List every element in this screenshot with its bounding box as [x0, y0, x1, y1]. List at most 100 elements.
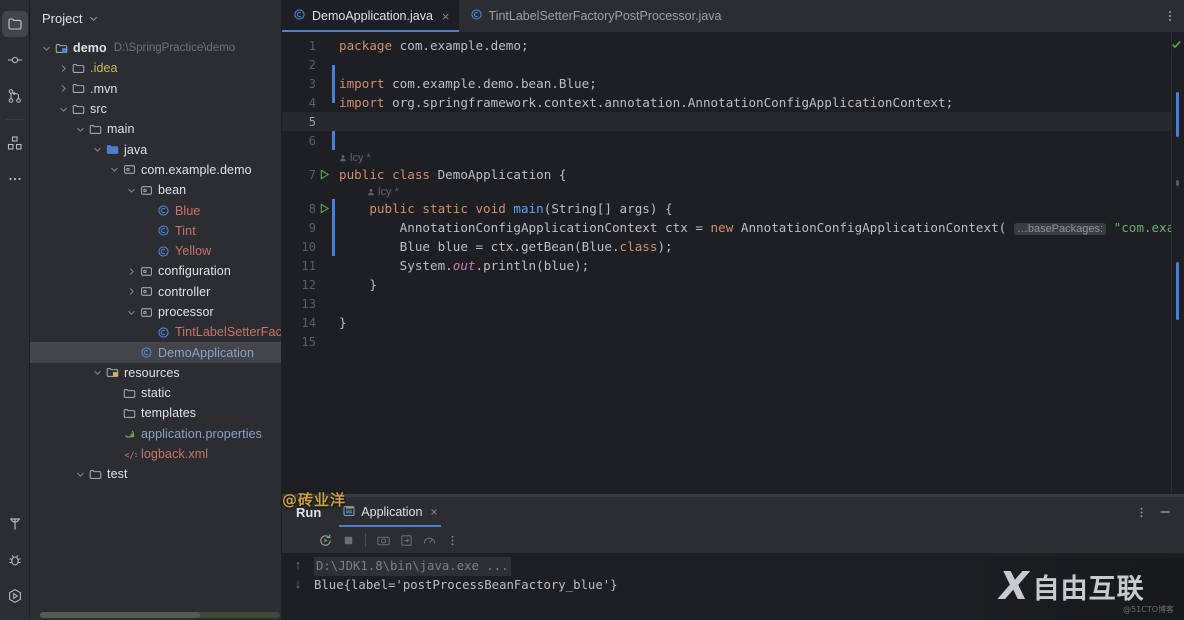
vcs-marker-stripe[interactable] [1176, 92, 1179, 137]
prev-occurrence-button[interactable]: ↑ [295, 557, 302, 572]
package-icon [138, 265, 155, 278]
code-line: 12 } [282, 275, 1184, 294]
project-tool-button[interactable] [1, 11, 28, 37]
code-line: 10 Blue blue = ctx.getBean(Blue.class); [282, 237, 1184, 256]
tree-expand-arrow[interactable] [125, 267, 138, 276]
line-number: 10 [301, 239, 316, 254]
tree-expand-arrow[interactable] [40, 44, 53, 53]
next-occurrence-button[interactable]: ↓ [295, 576, 302, 591]
commit-tool-button[interactable] [2, 47, 28, 73]
class-icon [155, 326, 172, 339]
more-options-button[interactable] [441, 529, 463, 551]
tree-node-label: src [90, 102, 107, 117]
tree-node-resources[interactable]: resources [30, 363, 281, 383]
tree-expand-arrow[interactable] [57, 64, 70, 73]
tree-node-blue[interactable]: Blue [30, 200, 281, 220]
tree-expand-arrow[interactable] [125, 308, 138, 317]
tree-node-bean[interactable]: bean [30, 180, 281, 200]
rail-bottom-group [2, 506, 28, 620]
tree-node-tint[interactable]: Tint [30, 221, 281, 241]
console-output[interactable]: D:\JDK1.8\bin\java.exe ... Blue{label='p… [314, 553, 1184, 620]
source-folder-icon [104, 143, 121, 156]
tree-node-static[interactable]: static [30, 383, 281, 403]
tree-node-main[interactable]: main [30, 119, 281, 139]
tree-node--mvn[interactable]: .mvn [30, 79, 281, 99]
editor-tab-close-icon[interactable]: × [442, 10, 450, 23]
import-path: org.springframework.context.annotation.A… [384, 95, 954, 110]
line-gutter: 5 [282, 112, 336, 131]
inspection-ok-icon[interactable] [1171, 38, 1182, 53]
tree-node-controller[interactable]: controller [30, 282, 281, 302]
line-number: 1 [308, 38, 316, 53]
tree-node-test[interactable]: test [30, 464, 281, 484]
build-tool-button[interactable] [2, 511, 28, 537]
run-panel-options-button[interactable] [1130, 501, 1152, 523]
tree-node-demoapplication[interactable]: DemoApplication [30, 342, 281, 363]
tree-node-yellow[interactable]: Yellow [30, 241, 281, 261]
folder-icon [121, 387, 138, 400]
tree-node--idea[interactable]: .idea [30, 58, 281, 78]
tree-expand-arrow[interactable] [91, 368, 104, 377]
line-gutter: 6 [282, 131, 336, 150]
tree-node-com-example-demo[interactable]: com.example.demo [30, 160, 281, 180]
editor-tab-2[interactable]: TintLabelSetterFactoryPostProcessor.java [459, 0, 731, 32]
export-button[interactable] [395, 529, 417, 551]
screenshot-button[interactable] [372, 529, 394, 551]
code-vision-method[interactable]: lcy * [282, 184, 1184, 199]
line-gutter: 9 [282, 218, 336, 237]
tree-expand-arrow[interactable] [57, 105, 70, 114]
run-panel-minimize-button[interactable] [1154, 501, 1176, 523]
resource-folder-icon [104, 366, 121, 379]
tree-expand-arrow[interactable] [91, 145, 104, 154]
tree-expand-arrow[interactable] [74, 125, 87, 134]
rerun-button[interactable] [314, 529, 336, 551]
chevron-down-icon[interactable] [89, 11, 98, 26]
tree-node-application-properties[interactable]: application.properties [30, 424, 281, 444]
run-class-gutter-icon[interactable] [316, 169, 332, 180]
code-editor[interactable]: 1 package com.example.demo; 2 3 import c… [282, 32, 1184, 494]
profiler-button[interactable] [418, 529, 440, 551]
editor-tab-1[interactable]: DemoApplication.java × [282, 0, 459, 32]
tree-node-label: static [141, 386, 171, 401]
tree-node-configuration[interactable]: configuration [30, 261, 281, 281]
code-vision-class[interactable]: lcy * [282, 150, 1184, 165]
person-icon [368, 188, 374, 195]
line-number: 9 [308, 220, 316, 235]
tree-expand-arrow[interactable] [108, 165, 121, 174]
tree-node-templates[interactable]: templates [30, 403, 281, 423]
stop-button[interactable] [337, 529, 359, 551]
run-tool-button[interactable] [2, 583, 28, 609]
project-tree-horizontal-scrollbar[interactable] [40, 612, 280, 618]
variable-declaration: AnnotationConfigApplicationContext ctx = [339, 220, 711, 235]
tree-node-label: .mvn [90, 81, 118, 96]
tree-node-label: templates [141, 406, 197, 421]
bookmark-marker-stripe[interactable] [1176, 180, 1179, 186]
line-gutter: 11 [282, 256, 336, 275]
tree-expand-arrow[interactable] [125, 186, 138, 195]
class-icon [293, 8, 306, 24]
tree-expand-arrow[interactable] [74, 470, 87, 479]
editor-tabs-options-button[interactable] [1156, 0, 1184, 32]
tree-expand-arrow[interactable] [57, 84, 70, 93]
line-gutter: 1 [282, 36, 336, 55]
more-tool-button[interactable] [2, 166, 28, 192]
vcs-marker-stripe[interactable] [1176, 262, 1179, 320]
pull-requests-tool-button[interactable] [2, 83, 28, 109]
debug-tool-button[interactable] [2, 547, 28, 573]
tree-node-src[interactable]: src [30, 99, 281, 119]
tree-node-tintlabelsetterfactorypostprocessor[interactable]: TintLabelSetterFactoryPostProcessor [30, 322, 281, 342]
tree-node-java[interactable]: java [30, 139, 281, 159]
project-tree[interactable]: demo D:\SpringPractice\demo .idea .mvn src ma… [30, 36, 281, 620]
run-tab-close-icon[interactable]: × [430, 505, 437, 519]
tree-expand-arrow[interactable] [125, 287, 138, 296]
structure-tool-button[interactable] [2, 130, 28, 156]
inlay-parameter-hint[interactable]: …basePackages: [1013, 223, 1107, 235]
tree-node-demo[interactable]: demo D:\SpringPractice\demo [30, 38, 281, 58]
tree-node-logback-xml[interactable]: </> logback.xml [30, 444, 281, 464]
tree-node-processor[interactable]: processor [30, 302, 281, 322]
project-panel-header[interactable]: Project [30, 0, 281, 36]
tree-node-label: processor [158, 305, 214, 319]
run-method-gutter-icon[interactable] [316, 203, 332, 214]
editor-marker-gutter[interactable] [1171, 32, 1184, 494]
